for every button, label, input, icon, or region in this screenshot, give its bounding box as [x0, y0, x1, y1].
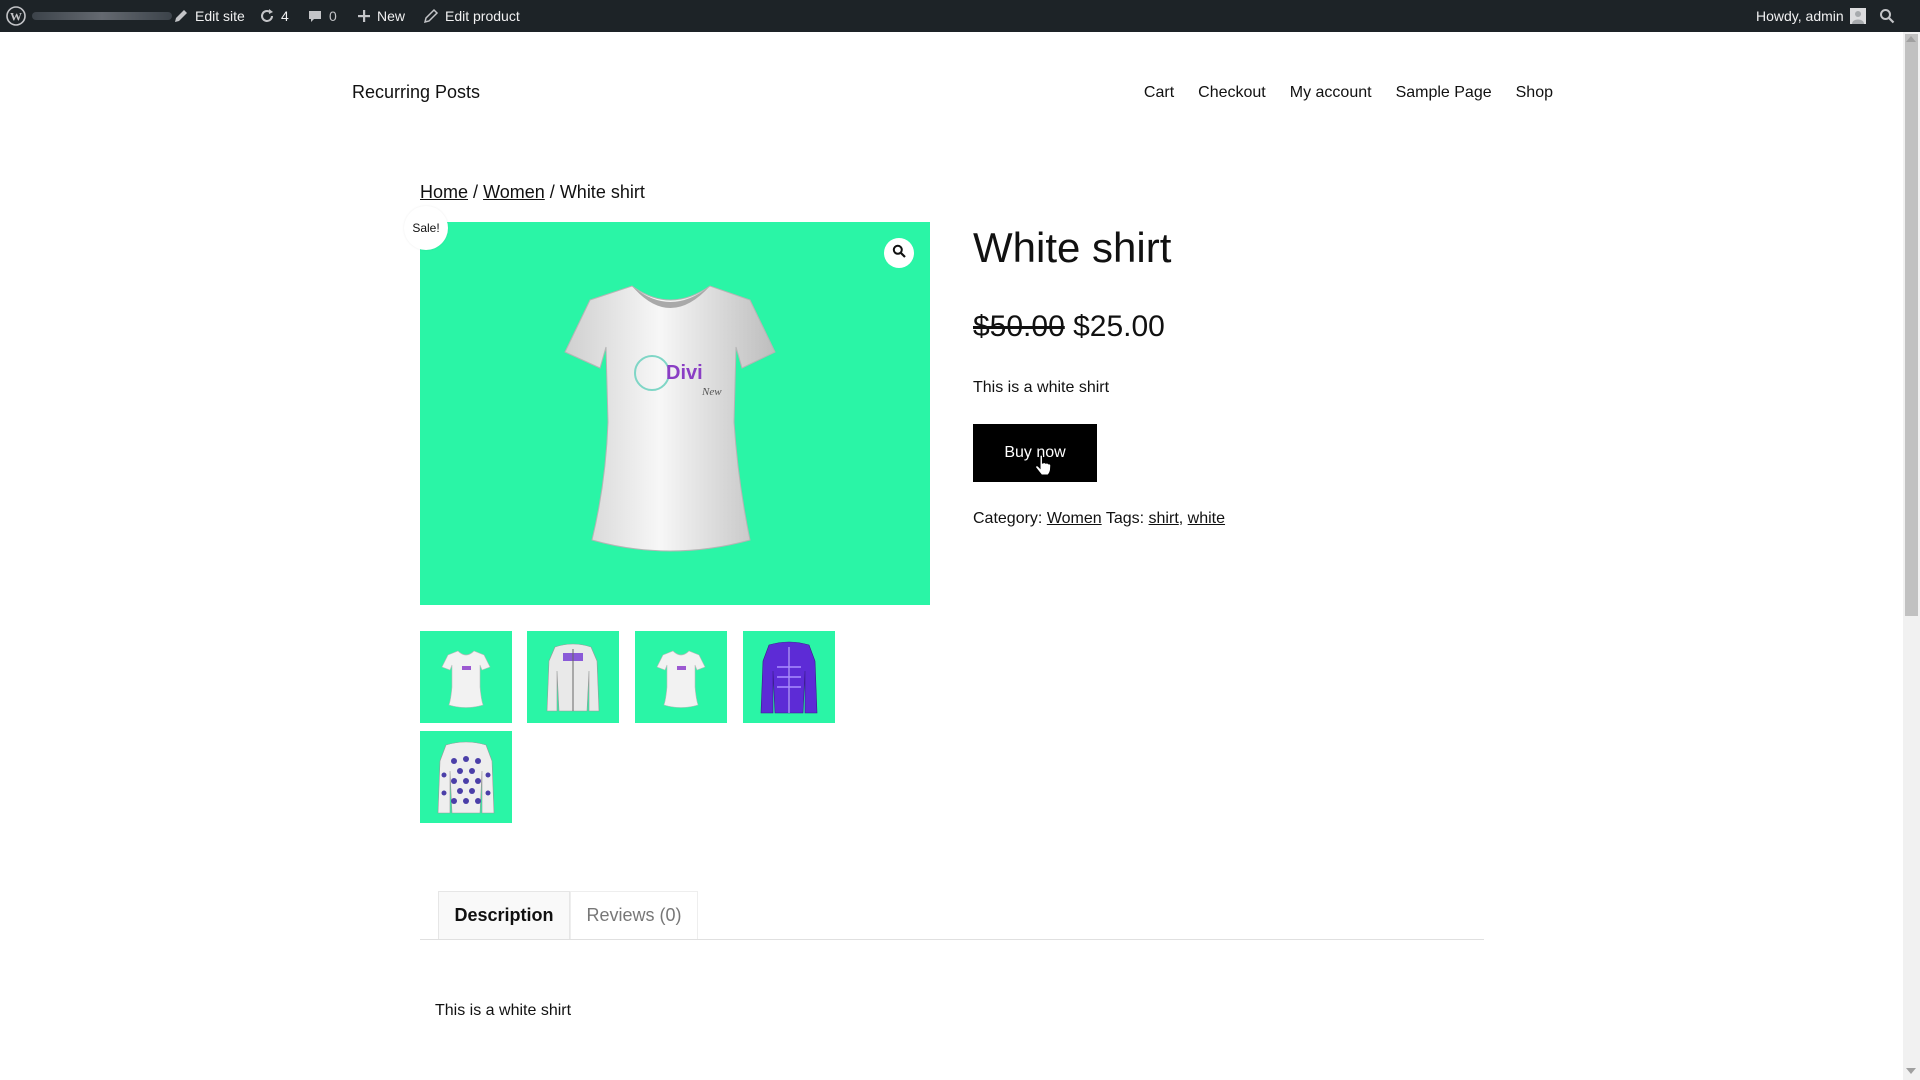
wordpress-icon: W [6, 6, 26, 26]
product-price: $50.00 $25.00 [973, 310, 1165, 344]
tag-link-shirt[interactable]: shirt [1149, 510, 1179, 527]
product-main-image[interactable]: Divi New [420, 222, 930, 605]
updates-link[interactable]: 4 [259, 0, 289, 32]
hand-cursor-icon [1034, 454, 1052, 481]
admin-search[interactable] [1879, 0, 1895, 32]
wp-logo-menu[interactable]: W [6, 0, 26, 32]
tab-reviews[interactable]: Reviews (0) [570, 891, 698, 939]
sale-badge: Sale! [404, 206, 448, 250]
breadcrumb-home[interactable]: Home [420, 182, 468, 202]
search-icon [1879, 8, 1895, 24]
new-content-link[interactable]: New [357, 0, 405, 32]
category-link-women[interactable]: Women [1047, 510, 1102, 527]
product-title: White shirt [973, 224, 1172, 271]
white-tshirt-image: Divi New [564, 285, 776, 552]
howdy-label: Howdy, admin [1756, 8, 1844, 24]
edit-product-link[interactable]: Edit product [423, 0, 520, 32]
tag-link-white[interactable]: white [1188, 510, 1225, 527]
gallery-thumb-white-tshirt[interactable] [420, 631, 512, 723]
comments-count: 0 [329, 8, 337, 24]
site-name-redacted[interactable] [32, 12, 172, 20]
edit-site-link[interactable]: Edit site [173, 0, 245, 32]
pencil-icon [173, 8, 189, 24]
sale-price: $25.00 [1073, 310, 1165, 343]
nav-shop[interactable]: Shop [1516, 84, 1553, 102]
comments-link[interactable]: 0 [307, 0, 337, 32]
refresh-icon [259, 8, 275, 24]
admin-bar: W Edit site 4 0 New Edit product Howdy, … [0, 0, 1920, 32]
tags-label: Tags: [1105, 510, 1145, 527]
pencil-icon [423, 8, 439, 24]
shirt-logo-text: Divi [666, 362, 703, 384]
image-zoom-trigger[interactable] [884, 238, 914, 268]
nav-cart[interactable]: Cart [1144, 84, 1174, 102]
plus-icon [357, 9, 371, 23]
nav-sample-page[interactable]: Sample Page [1396, 84, 1492, 102]
product-short-description: This is a white shirt [973, 379, 1110, 396]
site-title[interactable]: Recurring Posts [352, 82, 480, 103]
gallery-thumb-white-jacket[interactable] [527, 631, 619, 723]
breadcrumb-separator: / [549, 182, 555, 202]
primary-navigation: Cart Checkout My account Sample Page Sho… [1144, 84, 1553, 102]
magnifier-icon [892, 244, 906, 263]
description-panel-text: This is a white shirt [435, 1002, 572, 1019]
breadcrumb: Home / Women / White shirt [420, 182, 645, 203]
tabs-divider [420, 939, 1484, 940]
my-account-menu[interactable]: Howdy, admin [1756, 0, 1866, 32]
breadcrumb-current: White shirt [559, 182, 645, 202]
updates-count: 4 [281, 8, 289, 24]
shirt-logo-sub: New [701, 386, 722, 398]
svg-text:W: W [10, 10, 22, 24]
new-label: New [377, 8, 406, 24]
comment-icon [307, 8, 323, 24]
nav-my-account[interactable]: My account [1290, 84, 1372, 102]
category-label: Category: [973, 510, 1043, 527]
gallery-thumb-white-tshirt-2[interactable] [635, 631, 727, 723]
scroll-up-arrow[interactable] [1906, 36, 1916, 42]
scroll-down-arrow[interactable] [1906, 1068, 1916, 1074]
gallery-thumb-patterned-jacket[interactable] [420, 731, 512, 823]
edit-site-label: Edit site [195, 8, 245, 24]
avatar [1849, 8, 1866, 24]
product-meta: Category: Women Tags: shirt, white [973, 510, 1226, 527]
nav-checkout[interactable]: Checkout [1198, 84, 1266, 102]
tab-description[interactable]: Description [438, 891, 570, 939]
gallery-thumb-purple-jacket[interactable] [743, 631, 835, 723]
scrollbar-thumb[interactable] [1905, 34, 1918, 616]
regular-price: $50.00 [973, 310, 1065, 343]
edit-product-label: Edit product [445, 8, 520, 24]
breadcrumb-women[interactable]: Women [483, 182, 545, 202]
breadcrumb-separator: / [473, 182, 479, 202]
